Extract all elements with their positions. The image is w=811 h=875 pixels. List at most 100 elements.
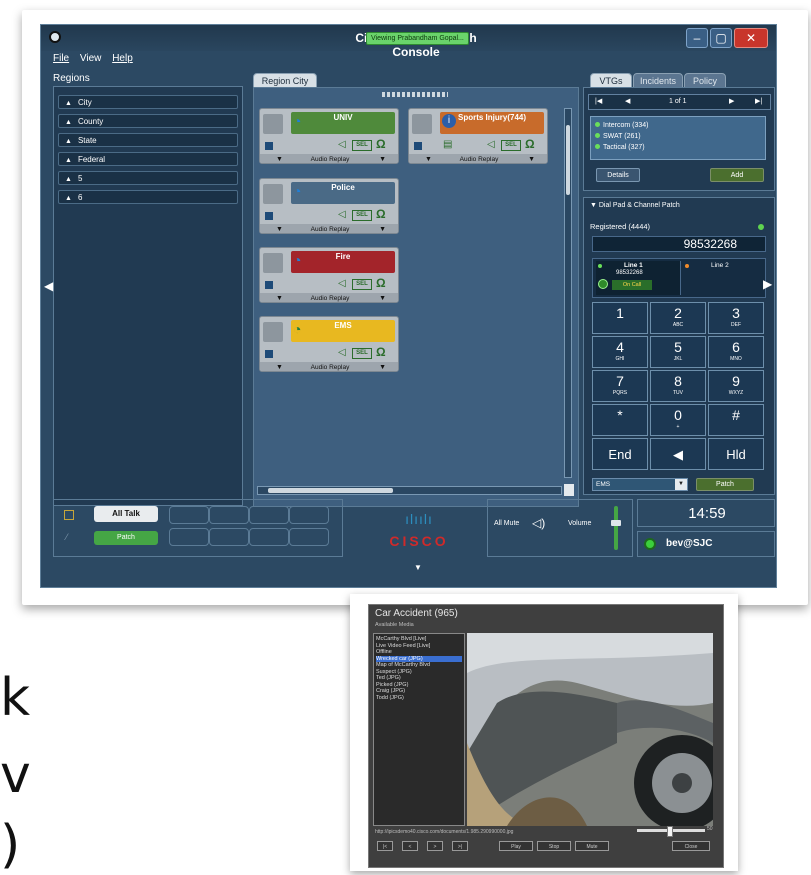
all-talk-button[interactable]: All Talk bbox=[94, 506, 158, 522]
region-5[interactable]: ▲ 5 bbox=[58, 171, 238, 185]
speaker-icon[interactable]: ◁ bbox=[338, 347, 346, 358]
menu-view[interactable]: View bbox=[80, 53, 102, 64]
keypad-key[interactable]: ◀ bbox=[650, 438, 706, 470]
first-page-icon[interactable]: |◀ bbox=[595, 95, 602, 109]
dial-number-display[interactable]: 98532268 bbox=[592, 236, 766, 252]
play-button[interactable]: Play bbox=[499, 841, 533, 851]
channel-card-univ[interactable]: UNIV ◔ ◁ SEL Ω ▼ Audio Replay ▼ bbox=[259, 108, 399, 164]
speaker-icon[interactable]: ◁ bbox=[338, 209, 346, 220]
select-button[interactable]: SEL bbox=[352, 279, 372, 290]
speaker-icon[interactable]: ◁ bbox=[338, 278, 346, 289]
list-item[interactable]: Tactical (327) bbox=[595, 142, 761, 153]
patch-select[interactable]: EMS ▼ bbox=[592, 478, 688, 491]
talk-slot[interactable] bbox=[169, 506, 209, 524]
channel-card-ems[interactable]: EMS ◔ ◁ SEL Ω ▼ Audio Replay ▼ bbox=[259, 316, 399, 372]
prev-media-button[interactable]: < bbox=[402, 841, 418, 851]
add-button[interactable]: Add bbox=[710, 168, 764, 182]
keypad-key[interactable]: Hld bbox=[708, 438, 764, 470]
talk-slot[interactable] bbox=[249, 506, 289, 524]
media-volume-slider[interactable] bbox=[637, 826, 705, 837]
mute-button[interactable]: Mute bbox=[575, 841, 609, 851]
tab-policy[interactable]: Policy bbox=[684, 73, 726, 88]
vertical-scroll-thumb[interactable] bbox=[566, 125, 570, 195]
call-active-icon[interactable] bbox=[598, 279, 608, 289]
collapse-right-arrow-icon[interactable]: ▶ bbox=[763, 277, 772, 291]
document-icon[interactable]: ▤ bbox=[443, 139, 452, 150]
collapse-left-arrow-icon[interactable]: ◀ bbox=[44, 279, 53, 293]
keypad-key[interactable]: 7 PQRS bbox=[592, 370, 648, 402]
keypad-key[interactable]: 2 ABC bbox=[650, 302, 706, 334]
keypad-key[interactable]: 6 MNO bbox=[708, 336, 764, 368]
audio-replay-bar[interactable]: ▼ Audio Replay ▼ bbox=[409, 154, 547, 163]
talk-slot[interactable] bbox=[289, 528, 329, 546]
patch-all-button[interactable]: Patch bbox=[94, 531, 158, 545]
speaker-icon[interactable]: ◁ bbox=[487, 139, 495, 150]
tab-vtgs[interactable]: VTGs bbox=[590, 73, 632, 88]
speaker-icon[interactable]: ◁ bbox=[338, 139, 346, 150]
details-button[interactable]: Details bbox=[596, 168, 640, 182]
info-icon[interactable]: i bbox=[442, 114, 456, 128]
line-2[interactable]: Line 2 bbox=[683, 261, 763, 295]
latch-icon[interactable]: Ω bbox=[376, 345, 386, 359]
list-item[interactable]: Intercom (334) bbox=[595, 120, 761, 131]
keypad-key[interactable]: 0 + bbox=[650, 404, 706, 436]
next-page-icon[interactable]: ▶ bbox=[729, 95, 734, 109]
keypad-key[interactable]: End bbox=[592, 438, 648, 470]
latch-icon[interactable]: Ω bbox=[376, 137, 386, 151]
keypad-key[interactable]: 8 TUV bbox=[650, 370, 706, 402]
channel-card-sports-injury[interactable]: Sports Injury(744) i ▤ ◁ SEL Ω ▼ Audio Re… bbox=[408, 108, 548, 164]
next-media-button[interactable]: > bbox=[427, 841, 443, 851]
region-city[interactable]: ▲ City bbox=[58, 95, 238, 109]
region-county[interactable]: ▲ County bbox=[58, 114, 238, 128]
last-media-button[interactable]: >| bbox=[452, 841, 468, 851]
list-item[interactable]: Todd (JPG) bbox=[376, 695, 462, 702]
talk-slot[interactable] bbox=[209, 528, 249, 546]
audio-replay-bar[interactable]: ▼ Audio Replay ▼ bbox=[260, 224, 398, 233]
audio-replay-bar[interactable]: ▼ Audio Replay ▼ bbox=[260, 293, 398, 302]
close-button[interactable]: ✕ bbox=[734, 28, 768, 48]
channel-card-fire[interactable]: Fire ◔ ◁ SEL Ω ▼ Audio Replay ▼ bbox=[259, 247, 399, 303]
stop-button[interactable]: Stop bbox=[537, 841, 571, 851]
talk-checkbox[interactable] bbox=[64, 510, 74, 520]
talk-slot[interactable] bbox=[289, 506, 329, 524]
keypad-key[interactable]: 9 WXYZ bbox=[708, 370, 764, 402]
keypad-key[interactable]: # bbox=[708, 404, 764, 436]
expand-down-icon[interactable]: ▼ bbox=[414, 563, 422, 572]
volume-thumb[interactable] bbox=[611, 520, 621, 526]
horizontal-scrollbar[interactable] bbox=[257, 486, 562, 495]
select-button[interactable]: SEL bbox=[352, 140, 372, 151]
menu-file[interactable]: File bbox=[53, 53, 69, 64]
latch-icon[interactable]: Ω bbox=[376, 276, 386, 290]
media-volume-thumb[interactable] bbox=[667, 826, 673, 837]
talk-slot[interactable] bbox=[169, 528, 209, 546]
channel-card-police[interactable]: Police ◔ ◁ SEL Ω ▼ Audio Replay ▼ bbox=[259, 178, 399, 234]
talk-slot[interactable] bbox=[209, 506, 249, 524]
tab-incidents[interactable]: Incidents bbox=[633, 73, 683, 88]
minimize-button[interactable]: – bbox=[686, 28, 708, 48]
speaker-mute-icon[interactable]: ◁) bbox=[532, 516, 545, 530]
volume-slider[interactable] bbox=[611, 506, 621, 550]
horizontal-scroll-thumb[interactable] bbox=[268, 488, 393, 493]
vertical-scrollbar[interactable] bbox=[564, 108, 572, 478]
select-button[interactable]: SEL bbox=[501, 140, 521, 151]
latch-icon[interactable]: Ω bbox=[525, 137, 535, 151]
last-page-icon[interactable]: ▶| bbox=[755, 95, 762, 109]
keypad-key[interactable]: 1 bbox=[592, 302, 648, 334]
keypad-key[interactable]: 3 DEF bbox=[708, 302, 764, 334]
keypad-key[interactable]: 5 JKL bbox=[650, 336, 706, 368]
line-1[interactable]: Line 1 98532268 On Call bbox=[596, 261, 681, 295]
select-button[interactable]: SEL bbox=[352, 348, 372, 359]
drag-grip-icon[interactable] bbox=[382, 92, 448, 97]
tab-region-city[interactable]: Region City bbox=[253, 73, 317, 88]
dial-pad-title[interactable]: ▼ Dial Pad & Channel Patch bbox=[590, 202, 680, 209]
region-federal[interactable]: ▲ Federal bbox=[58, 152, 238, 166]
region-6[interactable]: ▲ 6 bbox=[58, 190, 238, 204]
audio-replay-bar[interactable]: ▼ Audio Replay ▼ bbox=[260, 362, 398, 371]
list-item[interactable]: SWAT (261) bbox=[595, 131, 761, 142]
audio-replay-bar[interactable]: ▼ Audio Replay ▼ bbox=[260, 154, 398, 163]
talk-slot[interactable] bbox=[249, 528, 289, 546]
menu-help[interactable]: Help bbox=[112, 53, 133, 64]
keypad-key[interactable]: * bbox=[592, 404, 648, 436]
first-media-button[interactable]: |< bbox=[377, 841, 393, 851]
media-close-button[interactable]: Close bbox=[672, 841, 710, 851]
